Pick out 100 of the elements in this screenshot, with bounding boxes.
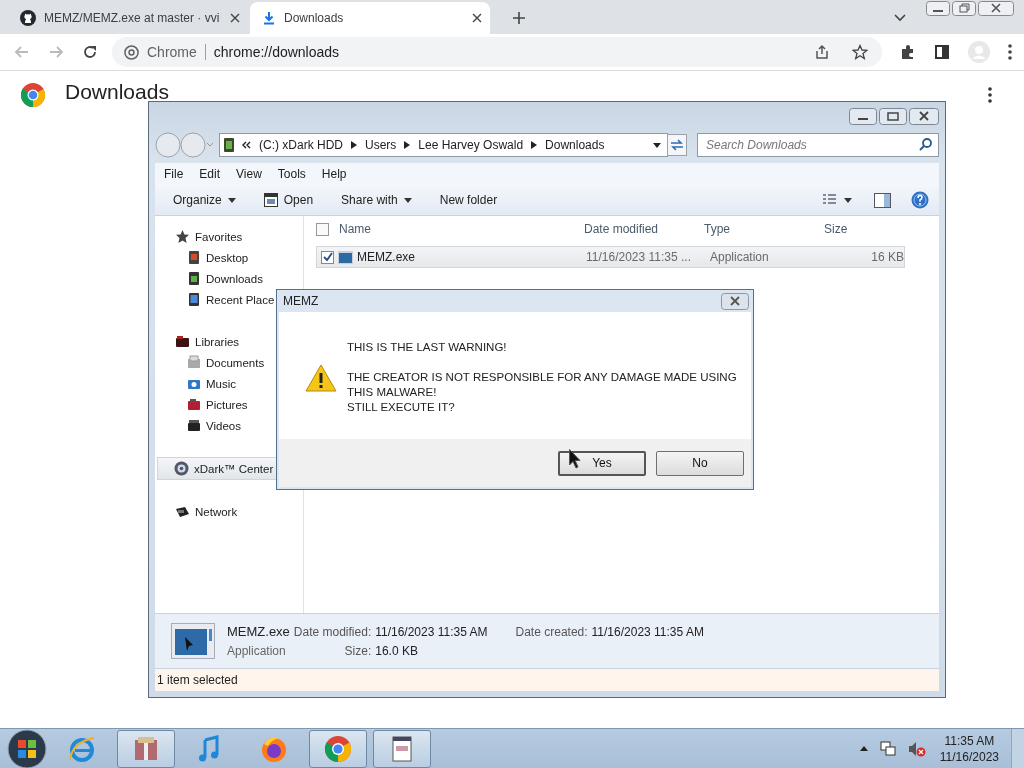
maximize-icon[interactable] xyxy=(879,108,907,125)
close-icon[interactable] xyxy=(978,1,1014,16)
dialog-button[interactable]: Yes xyxy=(558,450,646,476)
column-header[interactable]: Size xyxy=(824,222,894,236)
column-header[interactable]: Date modified xyxy=(584,222,704,236)
address-bar[interactable]: (C:) xDark HDD Users Lee Harvey Oswald Downloads xyxy=(219,133,668,157)
toolbar-button[interactable]: Open xyxy=(255,190,322,210)
field-value: 16.0 KB xyxy=(375,644,419,658)
tab-list-icon[interactable] xyxy=(894,14,906,22)
menu-item[interactable]: Edit xyxy=(190,167,228,181)
url-text: chrome://downloads xyxy=(213,44,340,60)
search-icon[interactable] xyxy=(919,138,932,151)
preview-pane-icon[interactable] xyxy=(874,192,891,208)
new-tab-icon[interactable] xyxy=(512,11,526,25)
menu-item[interactable]: File xyxy=(155,167,191,181)
minimize-icon[interactable] xyxy=(849,108,877,125)
checkbox[interactable] xyxy=(321,250,334,264)
nav-item[interactable]: Network xyxy=(155,501,303,522)
star-icon xyxy=(175,229,190,244)
field-label: Date modified: xyxy=(293,625,372,639)
application-icon xyxy=(338,250,353,264)
column-header[interactable]: Type xyxy=(704,222,824,236)
nav-item[interactable]: Music xyxy=(155,373,303,394)
view-options-icon[interactable] xyxy=(822,193,854,207)
device-icon xyxy=(187,292,201,307)
warning-icon xyxy=(305,364,337,392)
toolbar-button[interactable]: New folder xyxy=(431,190,506,210)
document-icon xyxy=(187,355,201,370)
breadcrumb-item[interactable]: Lee Harvey Oswald xyxy=(418,138,524,152)
network-icon xyxy=(175,504,190,519)
nav-item[interactable]: Pictures xyxy=(155,394,303,415)
breadcrumb-item[interactable]: Users xyxy=(365,138,397,152)
field-value: 11/16/2023 11:35 AM xyxy=(375,625,488,639)
reload-icon[interactable] xyxy=(82,44,98,60)
table-cell-text: 16 KB xyxy=(870,250,904,264)
arrow-icon[interactable] xyxy=(351,141,357,149)
close-icon[interactable] xyxy=(909,108,939,125)
speaker-muted-icon[interactable] xyxy=(907,740,926,757)
browser-tab[interactable]: Downloads xyxy=(250,2,490,34)
arrow-icon[interactable] xyxy=(404,141,411,149)
device-icon xyxy=(187,271,201,286)
menu-item[interactable]: Tools xyxy=(268,167,313,181)
field-label: Date created: xyxy=(514,625,588,639)
overflow-icon[interactable] xyxy=(242,141,251,149)
dropdown-icon[interactable] xyxy=(653,142,661,148)
network-icon[interactable] xyxy=(879,740,896,757)
download-icon xyxy=(262,11,276,25)
status-text: 1 item selected xyxy=(157,673,238,687)
nav-item[interactable]: Favorites xyxy=(155,226,303,247)
chrome-icon xyxy=(323,733,353,764)
close-icon[interactable] xyxy=(721,292,749,310)
close-icon[interactable] xyxy=(230,13,240,23)
breadcrumb-item[interactable]: Downloads xyxy=(545,138,605,152)
disc-icon xyxy=(174,461,189,476)
share-icon[interactable] xyxy=(814,44,830,60)
restore-icon[interactable] xyxy=(952,1,976,16)
arrow-icon[interactable] xyxy=(531,141,538,149)
puzzle-icon[interactable] xyxy=(900,44,916,60)
clock[interactable]: 11:35 AM 11/16/2023 xyxy=(939,732,999,765)
library-icon xyxy=(175,334,190,349)
breadcrumb-item[interactable]: (C:) xDark HDD xyxy=(259,138,343,152)
browser-tab[interactable]: MEMZ/MEMZ.exe at master · vvi xyxy=(8,2,248,34)
nav-item[interactable]: Downloads xyxy=(155,268,303,289)
field-label: Size: xyxy=(343,644,372,658)
more-icon[interactable] xyxy=(988,87,992,103)
folder-icon xyxy=(224,138,234,152)
side-panel-icon[interactable] xyxy=(934,44,950,60)
field-value: 11/16/2023 11:35 AM xyxy=(591,625,704,639)
menu-item[interactable]: Help xyxy=(312,167,354,181)
tab-title: Downloads xyxy=(284,11,345,25)
application-icon xyxy=(171,623,215,659)
file-name: MEMZ.exe xyxy=(357,250,416,264)
message-text: THE CREATOR IS NOT RESPONSIBLE FOR ANY DAMAGE MADE USING THIS MALWARE! xyxy=(347,370,738,400)
menu-item[interactable]: View xyxy=(227,167,269,181)
toolbar-button[interactable]: Share with xyxy=(333,190,420,210)
refresh-icon[interactable] xyxy=(667,134,687,156)
clock-time: 11:35 AM xyxy=(944,732,995,749)
address-bar[interactable]: Chrome chrome://downloads xyxy=(112,37,882,67)
dialog-button[interactable]: No xyxy=(656,450,744,476)
show-hidden-icon[interactable] xyxy=(859,746,868,751)
nav-item[interactable]: Documents xyxy=(155,352,303,373)
nav-item[interactable]: Videos xyxy=(155,415,303,436)
close-icon[interactable] xyxy=(472,13,482,23)
minimize-icon[interactable] xyxy=(926,1,950,16)
menu-icon[interactable] xyxy=(1008,44,1012,60)
start-button[interactable] xyxy=(7,728,47,768)
help-icon[interactable] xyxy=(911,191,929,209)
program-icon xyxy=(263,193,278,207)
file-row[interactable]: MEMZ.exe 11/16/2023 11:35 ... Application 16 KB xyxy=(316,246,905,268)
nav-item[interactable]: Desktop xyxy=(155,247,303,268)
toolbar-button[interactable]: Organize xyxy=(165,190,244,210)
star-icon[interactable] xyxy=(852,44,868,60)
caret-icon xyxy=(227,197,236,203)
search-field[interactable]: Search Downloads xyxy=(697,133,939,157)
chrome-logo-icon xyxy=(21,83,45,107)
column-header[interactable]: Name xyxy=(339,222,584,236)
select-all-checkbox[interactable] xyxy=(316,222,329,236)
nav-item[interactable]: Libraries xyxy=(155,331,303,352)
taskbar-button[interactable] xyxy=(373,729,431,768)
film-icon xyxy=(187,418,201,433)
